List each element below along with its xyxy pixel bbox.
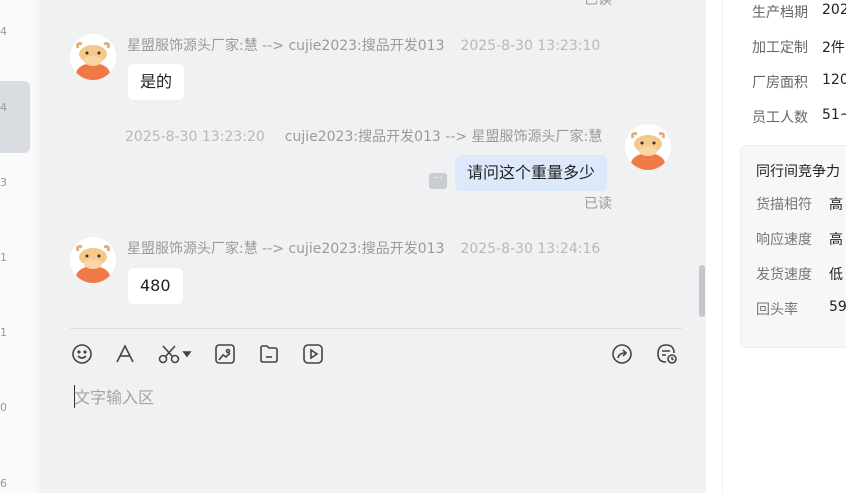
info-value: 120 xyxy=(822,72,846,88)
message-bubble[interactable]: 480 xyxy=(128,268,183,304)
chat-panel: 已读 星盟服饰源头厂家:慧 --> cujie2023:搜品开发013 2025-… xyxy=(39,0,706,493)
metric-label: 回头率 xyxy=(756,302,798,318)
scrollbar-thumb[interactable] xyxy=(699,265,705,317)
unread-count: 1 xyxy=(0,326,7,339)
scissors-icon[interactable] xyxy=(157,342,193,366)
supplier-info-panel: 生产档期 202 加工定制 2件 厂房面积 120 员工人数 51~ 同行间竞争… xyxy=(722,0,846,493)
read-status: 已读 xyxy=(584,0,612,8)
message-sender: cujie2023:搜品开发013 --> 星盟服饰源头厂家:慧 xyxy=(284,129,603,145)
info-value: 202 xyxy=(822,2,846,18)
info-label: 加工定制 xyxy=(752,40,808,56)
conversation-list-strip[interactable]: 4 4 3 1 1 0 6 xyxy=(0,0,38,493)
unread-count: 4 xyxy=(0,25,7,38)
avatar[interactable] xyxy=(70,34,116,80)
message-meta: 星盟服饰源头厂家:慧 --> cujie2023:搜品开发013 2025-8-3… xyxy=(127,238,600,258)
info-label: 厂房面积 xyxy=(752,75,808,91)
message-meta: 2025-8-30 13:23:20 cujie2023:搜品开发013 --> … xyxy=(125,126,602,146)
selected-conversation[interactable] xyxy=(0,81,30,153)
competitiveness-card: 同行间竞争力 货描相符 高 响应速度 高 发货速度 低 回头率 59 xyxy=(740,145,846,348)
card-title: 同行间竞争力 xyxy=(756,164,840,180)
font-icon[interactable] xyxy=(113,342,137,366)
metric-label: 响应速度 xyxy=(756,232,812,248)
info-label: 员工人数 xyxy=(752,110,808,126)
metric-value: 59 xyxy=(829,299,846,315)
info-value: 51~ xyxy=(822,107,846,123)
unread-count: 6 xyxy=(0,477,7,490)
image-icon[interactable] xyxy=(213,342,237,366)
unread-count: 0 xyxy=(0,401,7,414)
metric-label: 发货速度 xyxy=(756,267,812,283)
more-options-icon[interactable]: ··· xyxy=(429,173,447,189)
message-time: 2025-8-30 13:24:16 xyxy=(460,241,601,257)
message-bubble[interactable]: 请问这个重量多少 xyxy=(455,155,608,191)
message-sender: 星盟服饰源头厂家:慧 --> cujie2023:搜品开发013 xyxy=(127,241,445,257)
message-time: 2025-8-30 13:23:10 xyxy=(460,38,601,54)
input-divider xyxy=(70,328,682,329)
read-status: 已读 xyxy=(584,196,612,212)
info-label: 生产档期 xyxy=(752,5,808,21)
file-icon[interactable] xyxy=(257,342,281,366)
info-value: 2件 xyxy=(822,40,845,56)
metric-value: 高 xyxy=(829,197,843,213)
message-meta: 星盟服饰源头厂家:慧 --> cujie2023:搜品开发013 2025-8-3… xyxy=(127,35,600,55)
message-input[interactable]: 文字输入区 xyxy=(74,384,674,410)
avatar[interactable] xyxy=(70,237,116,283)
cow-avatar-icon xyxy=(70,237,116,283)
avatar[interactable] xyxy=(625,124,671,170)
share-icon[interactable] xyxy=(610,342,634,366)
metric-value: 高 xyxy=(829,232,843,248)
metric-label: 货描相符 xyxy=(756,197,812,213)
message-sender: 星盟服饰源头厂家:慧 --> cujie2023:搜品开发013 xyxy=(127,38,445,54)
unread-count: 1 xyxy=(0,251,7,264)
chat-history-icon[interactable] xyxy=(655,342,679,366)
video-icon[interactable] xyxy=(301,342,325,366)
emoji-icon[interactable] xyxy=(70,342,94,366)
cow-avatar-icon xyxy=(70,34,116,80)
unread-count: 3 xyxy=(0,176,7,189)
message-time: 2025-8-30 13:23:20 xyxy=(125,129,265,145)
app-root: 4 4 3 1 1 0 6 已读 星盟服饰源头厂家:慧 --> cujie202… xyxy=(0,0,846,493)
cow-avatar-icon xyxy=(625,124,671,170)
message-bubble[interactable]: 是的 xyxy=(128,64,185,100)
metric-value: 低 xyxy=(829,267,843,283)
unread-count: 4 xyxy=(0,101,7,114)
